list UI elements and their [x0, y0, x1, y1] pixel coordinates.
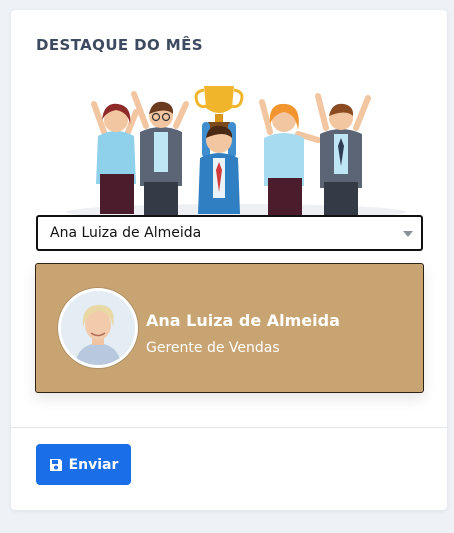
team-celebration-illustration — [66, 86, 406, 218]
card-title: DESTAQUE DO MÊS — [36, 36, 203, 54]
save-icon — [49, 458, 63, 472]
employee-profile-card: Ana Luiza de Almeida Gerente de Vendas — [35, 263, 424, 393]
user-photo-icon — [61, 291, 135, 365]
employee-select[interactable]: Ana Luiza de Almeida — [36, 215, 423, 251]
submit-button-label: Enviar — [68, 456, 119, 473]
employee-role: Gerente de Vendas — [146, 340, 280, 356]
avatar — [58, 288, 138, 368]
highlight-card: DESTAQUE DO MÊS Ana Luiza de Almeida Ana… — [11, 10, 447, 510]
employee-select-value: Ana Luiza de Almeida — [50, 225, 202, 241]
chevron-down-icon — [403, 231, 413, 237]
footer-divider — [11, 427, 447, 428]
submit-button[interactable]: Enviar — [36, 444, 131, 485]
employee-name: Ana Luiza de Almeida — [146, 311, 340, 330]
